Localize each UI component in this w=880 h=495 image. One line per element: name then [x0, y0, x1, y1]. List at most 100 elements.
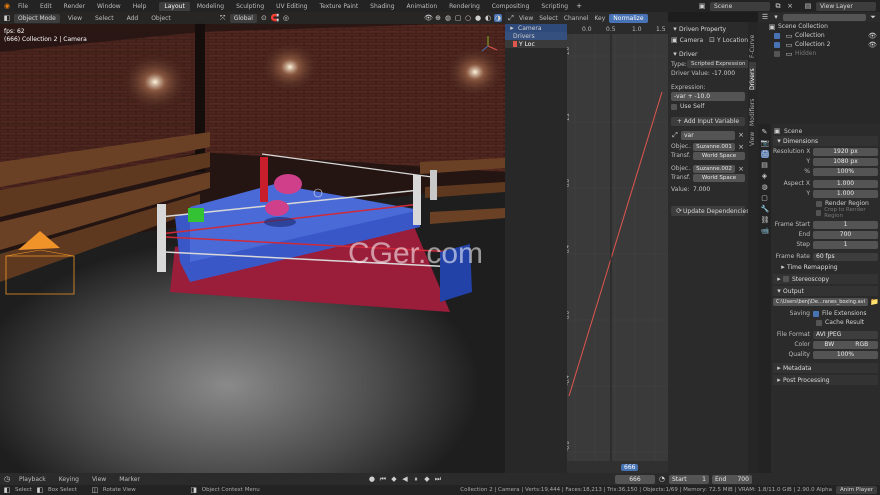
- view-layer-tab-icon[interactable]: ▤: [761, 161, 769, 169]
- tab-drivers[interactable]: Drivers: [749, 62, 756, 90]
- play-reverse-icon[interactable]: ◀: [401, 475, 409, 483]
- variable-space-2[interactable]: World Space: [693, 173, 745, 182]
- remove-variable-icon[interactable]: ×: [737, 131, 745, 139]
- timeline-editor-icon[interactable]: ◷: [3, 475, 11, 483]
- workspace-tab-animation[interactable]: Animation: [402, 2, 443, 11]
- resolution-x-field[interactable]: 1920 px: [813, 147, 878, 156]
- outliner-item-scene-collection[interactable]: ▣ Scene Collection: [758, 22, 880, 31]
- pause-icon[interactable]: ⏸: [412, 475, 420, 483]
- next-key-icon[interactable]: ◆: [423, 475, 431, 483]
- menu-file[interactable]: File: [13, 2, 33, 11]
- output-path-input[interactable]: C:\Users\benj\De...ranes_boxing.avi: [773, 298, 868, 306]
- frame-start-field[interactable]: 1: [813, 220, 878, 229]
- object-tab-icon[interactable]: ▢: [761, 194, 769, 202]
- cache-result-row[interactable]: Cache Result: [773, 318, 878, 327]
- record-icon[interactable]: ●: [368, 475, 376, 483]
- post-processing-panel-header[interactable]: ▸ Post Processing: [773, 375, 878, 385]
- workspace-tab-modeling[interactable]: Modeling: [192, 2, 229, 11]
- mode-selector[interactable]: Object Mode: [14, 13, 60, 23]
- workspace-tab-rendering[interactable]: Rendering: [444, 2, 485, 11]
- driver-menu-channel[interactable]: Channel: [562, 14, 591, 23]
- outliner-item-collection-2[interactable]: ▭ Collection 2 👁: [758, 40, 880, 49]
- shading-rendered-icon[interactable]: ◑: [494, 14, 502, 22]
- expression-input[interactable]: -var + -10.0: [671, 92, 745, 101]
- variable-type-icon[interactable]: ⤢: [671, 131, 679, 139]
- frame-step-field[interactable]: 1: [813, 240, 878, 249]
- new-scene-icon[interactable]: ⧉: [774, 2, 782, 10]
- frame-end-field[interactable]: 700: [813, 230, 878, 239]
- preview-range-icon[interactable]: ◔: [658, 475, 666, 483]
- color-bw-button[interactable]: BW: [813, 340, 846, 349]
- snap-icon[interactable]: 🧲: [271, 14, 280, 22]
- scene-selector[interactable]: Scene: [710, 1, 770, 11]
- delete-scene-icon[interactable]: ×: [786, 2, 794, 10]
- prev-key-icon[interactable]: ◆: [390, 475, 398, 483]
- display-mode-icon[interactable]: ▾: [772, 13, 780, 21]
- file-format-dropdown[interactable]: AVI JPEG: [813, 330, 878, 339]
- tab-modifiers[interactable]: Modifiers: [749, 96, 756, 126]
- driver-section-header[interactable]: ▾ Driver: [671, 49, 745, 59]
- timeline-menu-view[interactable]: View: [87, 475, 111, 484]
- overlay-icon[interactable]: ◍: [444, 14, 452, 22]
- visibility-icon[interactable]: 👁: [868, 41, 877, 49]
- driver-graph[interactable]: 1.6 1.2 0.8 0.4 0.0 -0.4 -0.8: [567, 24, 668, 461]
- driver-editor-type-icon[interactable]: ⤢: [507, 14, 515, 22]
- driven-object[interactable]: Camera: [680, 37, 704, 44]
- color-rgb-button[interactable]: RGB: [845, 340, 878, 349]
- resolution-percentage-slider[interactable]: 100%: [813, 167, 878, 176]
- crop-region-checkbox[interactable]: [816, 209, 822, 216]
- frame-rate-dropdown[interactable]: 60 fps: [813, 252, 878, 261]
- aspect-x-field[interactable]: 1.000: [813, 179, 878, 188]
- timeline-menu-keying[interactable]: Keying: [54, 475, 84, 484]
- menu-help[interactable]: Help: [128, 2, 152, 11]
- tool-tab-icon[interactable]: ✎: [761, 128, 769, 136]
- anim-player-button[interactable]: Anim Player: [836, 486, 877, 494]
- render-region-checkbox[interactable]: [816, 200, 822, 207]
- stereoscopy-panel-header[interactable]: ▸ Stereoscopy: [773, 274, 878, 284]
- viewport-menu-object[interactable]: Object: [146, 14, 176, 23]
- use-self-checkbox[interactable]: [671, 103, 677, 110]
- shading-solid-icon[interactable]: ●: [474, 14, 482, 22]
- workspace-tab-texture-paint[interactable]: Texture Paint: [314, 2, 363, 11]
- driven-property[interactable]: Y Location: [717, 37, 748, 44]
- modifier-tab-icon[interactable]: 🔧: [761, 205, 770, 213]
- dimensions-panel-header[interactable]: ▾ Dimensions: [773, 136, 878, 146]
- cache-result-checkbox[interactable]: [816, 319, 822, 326]
- metadata-panel-header[interactable]: ▸ Metadata: [773, 363, 878, 373]
- workspace-tab-layout[interactable]: Layout: [159, 1, 190, 11]
- outliner-editor-icon[interactable]: ☰: [761, 13, 769, 21]
- view-layer-selector[interactable]: View Layer: [816, 1, 876, 11]
- workspace-tab-uv-editing[interactable]: UV Editing: [271, 2, 312, 11]
- scene-tab-icon[interactable]: ◈: [761, 172, 769, 180]
- resolution-y-field[interactable]: 1080 px: [813, 157, 878, 166]
- aspect-y-field[interactable]: 1.000: [813, 189, 878, 198]
- workspace-tab-shading[interactable]: Shading: [365, 2, 399, 11]
- gizmo-icon[interactable]: ⊕: [434, 14, 442, 22]
- jump-end-icon[interactable]: ⏭: [434, 475, 442, 483]
- menu-render[interactable]: Render: [59, 2, 90, 11]
- timeline-end-field[interactable]: End 700: [711, 474, 752, 484]
- collection-2-exclude-checkbox[interactable]: [774, 41, 780, 48]
- clear-object-1-icon[interactable]: ×: [737, 143, 745, 151]
- workspace-tab-scripting[interactable]: Scripting: [536, 2, 573, 11]
- outliner-search-input[interactable]: [783, 13, 866, 21]
- output-tab-icon[interactable]: 🖨: [760, 150, 769, 158]
- timeline-menu-playback[interactable]: Playback: [14, 475, 51, 484]
- viewport-menu-view[interactable]: View: [63, 14, 87, 23]
- timeline-start-field[interactable]: Start 1: [668, 474, 709, 484]
- transform-orientation-selector[interactable]: Global: [229, 13, 257, 23]
- filter-icon[interactable]: ⏷: [869, 13, 877, 21]
- render-tab-icon[interactable]: 📷: [761, 139, 770, 147]
- hidden-exclude-checkbox[interactable]: [774, 50, 780, 57]
- workspace-tab-compositing[interactable]: Compositing: [487, 2, 535, 11]
- channel-camera[interactable]: ▸ Camera: [505, 24, 567, 32]
- variable-object-1[interactable]: Suzanne.001: [693, 142, 735, 151]
- data-tab-icon[interactable]: 📹: [761, 227, 770, 235]
- add-input-variable-button[interactable]: + Add Input Variable: [671, 117, 745, 126]
- pivot-icon[interactable]: ⊙: [260, 14, 268, 22]
- crop-region-row[interactable]: Crop to Render Region: [773, 207, 878, 219]
- world-tab-icon[interactable]: ◍: [761, 183, 769, 191]
- normalize-button[interactable]: Normalize: [609, 13, 648, 23]
- visibility-icon[interactable]: 👁: [868, 32, 877, 40]
- editor-type-icon[interactable]: ◧: [3, 14, 11, 22]
